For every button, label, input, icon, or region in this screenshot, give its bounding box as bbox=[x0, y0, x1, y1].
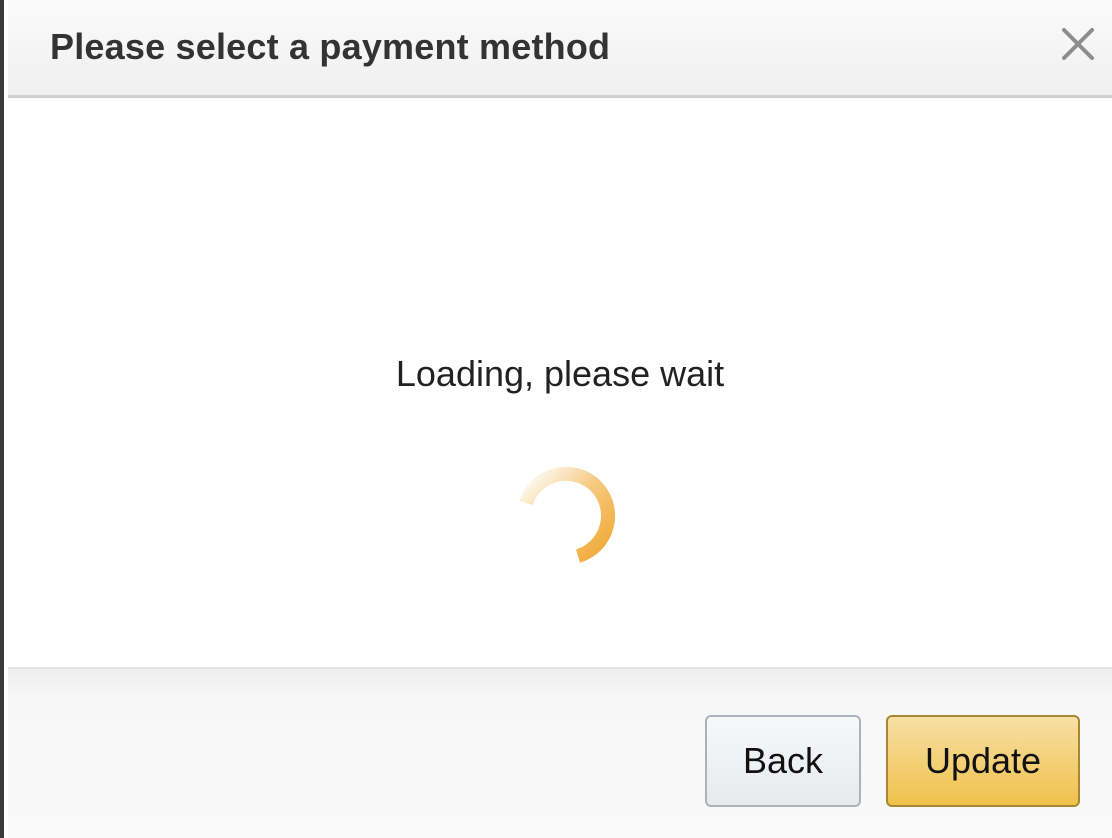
dialog-header: Please select a payment method bbox=[8, 0, 1112, 98]
back-button[interactable]: Back bbox=[705, 715, 861, 807]
dialog-footer: Back Update bbox=[8, 667, 1112, 838]
close-button[interactable] bbox=[1058, 24, 1098, 64]
dialog-title: Please select a payment method bbox=[50, 26, 611, 67]
loading-message: Loading, please wait bbox=[395, 353, 725, 394]
payment-method-dialog: Please select a payment method Loading, … bbox=[0, 0, 1112, 838]
update-button[interactable]: Update bbox=[886, 715, 1080, 807]
close-icon bbox=[1062, 28, 1094, 60]
dialog-body: Loading, please wait bbox=[8, 101, 1112, 667]
loading-spinner-icon bbox=[519, 466, 615, 563]
